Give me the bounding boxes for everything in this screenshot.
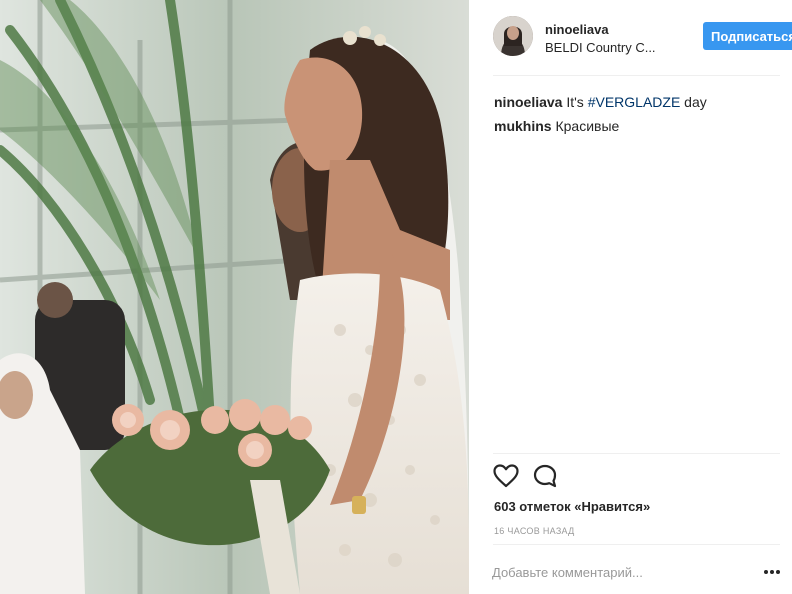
comment-icon[interactable] <box>533 464 559 493</box>
actions-divider <box>493 453 780 454</box>
post-photo[interactable] <box>0 0 469 594</box>
comment-text: day <box>680 94 707 110</box>
comment-username[interactable]: ninoeliava <box>494 94 562 110</box>
comments-list: ninoeliava It's #VERGLADZE day mukhins К… <box>494 90 781 138</box>
post-header: ninoeliava BELDI Country C... Подписатьс… <box>493 16 792 60</box>
add-comment-input[interactable] <box>492 561 732 583</box>
header-divider <box>493 75 780 76</box>
comment-text: Красивые <box>555 118 620 134</box>
more-options-icon[interactable] <box>762 563 782 579</box>
caption: ninoeliava It's #VERGLADZE day <box>494 90 781 114</box>
comment-text: It's <box>566 94 588 110</box>
follow-button[interactable]: Подписаться <box>703 22 792 50</box>
post-location[interactable]: BELDI Country C... <box>545 40 665 55</box>
comment-username[interactable]: mukhins <box>494 118 552 134</box>
hashtag-link[interactable]: #VERGLADZE <box>588 94 681 110</box>
author-avatar[interactable] <box>493 16 533 56</box>
author-username[interactable]: ninoeliava <box>545 22 609 37</box>
comment-input-divider <box>493 544 780 545</box>
comment-item: mukhins Красивые <box>494 114 781 138</box>
heart-icon[interactable] <box>493 464 519 493</box>
likes-count[interactable]: 603 отметок «Нравится» <box>494 499 650 514</box>
post-timestamp[interactable]: 16 ЧАСОВ НАЗАД <box>494 526 575 536</box>
